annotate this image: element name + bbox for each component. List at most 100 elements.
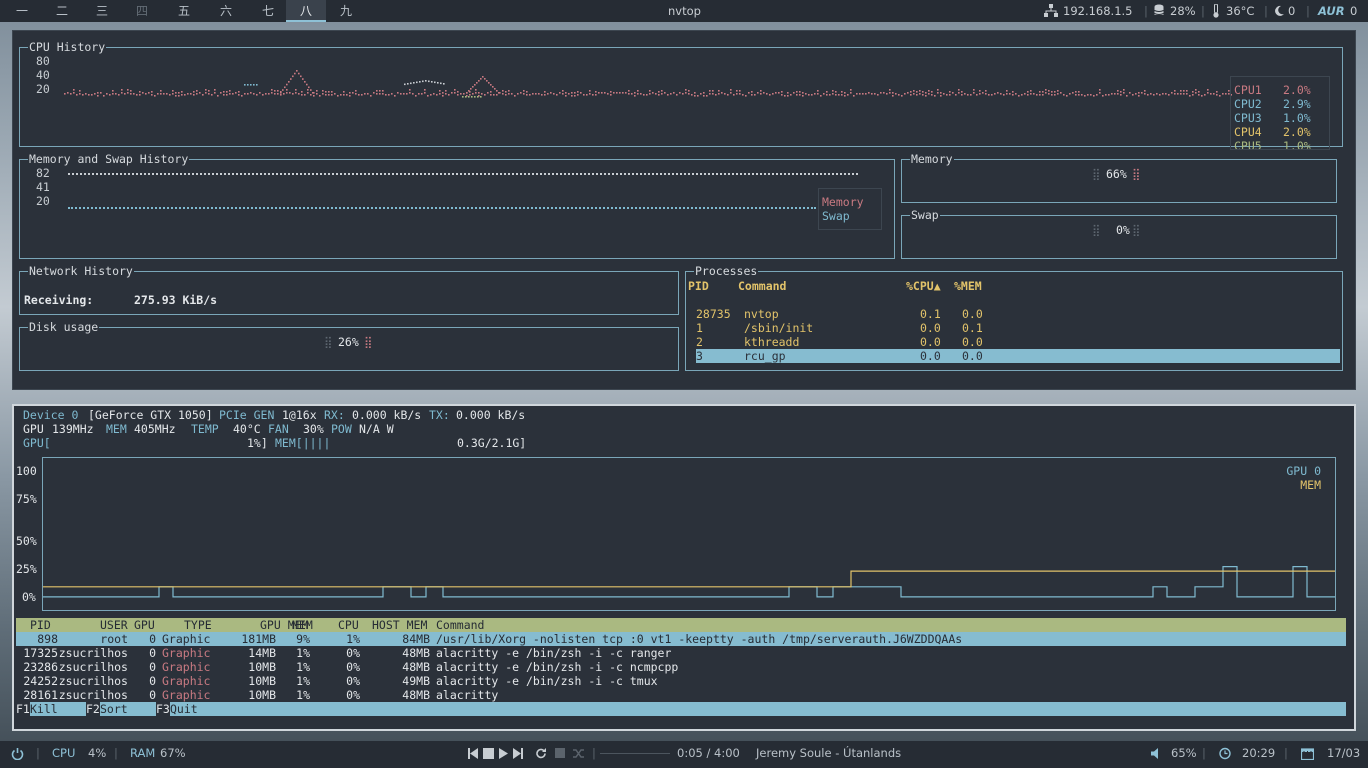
shuffle-icon[interactable] [572, 747, 585, 760]
gpu-process-gmem: 14MB [248, 646, 276, 660]
device-label: Device 0 [23, 408, 79, 422]
th-command[interactable]: Command [436, 618, 484, 632]
memory-panel: Memory ⣿ 66% ⣿ [901, 152, 1337, 203]
gpu-process-user: root [100, 632, 128, 646]
gpu-process-gpu: 0 [149, 646, 156, 660]
th-mem[interactable]: MEM [292, 618, 313, 632]
process-cpu: 0.0 [920, 321, 941, 335]
process-cpu: 0.1 [920, 307, 941, 321]
rx-label: RX: [324, 408, 345, 422]
disk-usage-title: Disk usage [28, 320, 100, 334]
disk-usage: 28% [1170, 4, 1196, 18]
workspace-3[interactable]: 三 [82, 0, 122, 22]
cpu5-legend-value: 1.0% [1283, 139, 1311, 149]
gpu-process-mem: 9% [296, 632, 310, 646]
power-draw: N/A W [359, 422, 394, 436]
process-command: rcu_gp [744, 349, 786, 363]
proc-header-mem[interactable]: %MEM [954, 279, 982, 293]
th-gpu[interactable]: GPU [134, 618, 155, 632]
gpu-chart-tick-0: 0% [22, 590, 36, 604]
process-row-selected[interactable]: 3 rcu_gp 0.0 0.0 [696, 349, 1340, 363]
gpu-process-row[interactable]: 24252 zsucrilhos 0 Graphic 10MB 1% 0% 49MB alacr… [16, 674, 1346, 688]
cpu4-legend-value: 2.0% [1283, 125, 1311, 139]
th-host-mem[interactable]: HOST MEM [372, 618, 427, 632]
gpu-usage-chart: GPU 0 MEM [42, 457, 1336, 611]
workspace-8[interactable]: 八 [286, 0, 326, 22]
power-icon[interactable] [11, 747, 24, 760]
cpu4-legend-name: CPU4 [1234, 125, 1262, 139]
gpu-process-user: zsucrilhos [58, 674, 128, 688]
workspace-7[interactable]: 七 [248, 0, 288, 22]
gpu-process-gpu: 0 [149, 688, 156, 702]
process-pid: 1 [696, 321, 703, 335]
repeat-icon[interactable] [535, 747, 547, 760]
workspace-1[interactable]: 一 [2, 0, 42, 22]
temp-label: TEMP [191, 422, 219, 436]
th-pid[interactable]: PID [30, 618, 51, 632]
swap-panel: Swap ⣿ 0% ⣿ [901, 208, 1337, 259]
gpu-process-row[interactable]: 17325 zsucrilhos 0 Graphic 14MB 1% 0% 48MB alacr… [16, 646, 1346, 660]
disk-usage-percent: 26% [338, 335, 359, 349]
mem-usage-value: 0.3G/2.1G] [457, 436, 527, 450]
proc-header-pid[interactable]: PID [688, 279, 709, 293]
progress-bar[interactable] [600, 753, 670, 754]
gpu-clock-label: GPU [23, 422, 44, 436]
calendar-icon [1301, 748, 1314, 760]
process-mem: 0.0 [962, 349, 983, 363]
gpu-process-row[interactable]: 28161 zsucrilhos 0 Graphic 10MB 1% 0% 48MB alacr… [16, 688, 1346, 702]
mem-legend: MEM [1300, 478, 1321, 492]
sort-button[interactable]: Sort [100, 702, 156, 716]
receiving-rate: 275.93 KiB/s [134, 293, 218, 307]
quit-button[interactable]: Quit [170, 702, 1346, 716]
date: 17/03 [1327, 746, 1361, 760]
process-row[interactable]: 1 /sbin/init 0.0 0.1 [686, 321, 1342, 335]
gpu-clock: 139MHz [52, 422, 94, 436]
previous-icon [468, 748, 470, 759]
process-row[interactable]: 2 kthreadd 0.0 0.0 [686, 335, 1342, 349]
receiving-label: Receiving: [24, 293, 94, 307]
gpu-process-cpu: 0% [346, 674, 360, 688]
gpu-process-row[interactable]: 23286 zsucrilhos 0 Graphic 10MB 1% 0% 48MB alacr… [16, 660, 1346, 674]
memory-percent: 66% [1106, 167, 1127, 181]
kill-button[interactable]: Kill [30, 702, 86, 716]
volume-icon[interactable] [1150, 747, 1162, 760]
single-icon[interactable] [554, 747, 566, 760]
workspace-2[interactable]: 二 [42, 0, 82, 22]
system-monitor-window[interactable]: CPU History 80 40 20 CPU1 2.0% CPU2 2.9%… [12, 30, 1356, 390]
gpu-process-cmd: /usr/lib/Xorg -nolisten tcp :0 vt1 -keep… [436, 632, 963, 646]
th-user[interactable]: USER [100, 618, 128, 632]
gpu-process-type: Graphic [162, 632, 211, 646]
process-command: kthreadd [744, 335, 800, 349]
gpu-info-header: Device 0 [GeForce GTX 1050] PCIe GEN 1@1… [22, 408, 1342, 450]
th-cpu[interactable]: CPU [338, 618, 359, 632]
gpu-process-cpu: 0% [346, 688, 360, 702]
gpu-process-mem: 1% [296, 674, 310, 688]
gpu-chart-tick-75: 75% [16, 492, 37, 506]
play-icon [499, 748, 508, 759]
gpu-process-gpu: 0 [149, 674, 156, 688]
ram-percent: 67% [160, 746, 186, 760]
workspace-6[interactable]: 六 [206, 0, 246, 22]
process-row[interactable]: 28735 nvtop 0.1 0.0 [686, 307, 1342, 321]
power-label: POW [331, 422, 352, 436]
gpu-process-row-selected[interactable]: 898 root 0 Graphic 181MB 9% 1% 84MB/usr/lib/Xor… [16, 632, 1346, 646]
workspace-9[interactable]: 九 [326, 0, 366, 22]
mem-y-tick-41: 41 [36, 180, 50, 194]
swap-title: Swap [910, 208, 940, 222]
memory-legend-label: Memory [822, 195, 864, 209]
gpu-process-gmem: 181MB [241, 632, 276, 646]
gpu-process-gmem: 10MB [248, 660, 276, 674]
cpu3-legend-name: CPU3 [1234, 111, 1262, 125]
gpu-mem-series [43, 570, 1335, 588]
gpu-chart-tick-50: 50% [16, 534, 37, 548]
proc-header-cpu[interactable]: %CPU▲ [906, 279, 941, 293]
proc-header-command[interactable]: Command [738, 279, 786, 293]
gpu-name: [GeForce GTX 1050] [88, 408, 213, 422]
th-type[interactable]: TYPE [184, 618, 212, 632]
cpu-legend: CPU1 2.0% CPU2 2.9% CPU3 1.0% CPU4 2.0% … [1230, 76, 1330, 150]
f1-key: F1 [16, 702, 30, 716]
workspace-4[interactable]: 四 [122, 0, 162, 22]
moon-icon [1275, 5, 1284, 16]
workspace-5[interactable]: 五 [164, 0, 204, 22]
tx-rate: 0.000 kB/s [456, 408, 526, 422]
